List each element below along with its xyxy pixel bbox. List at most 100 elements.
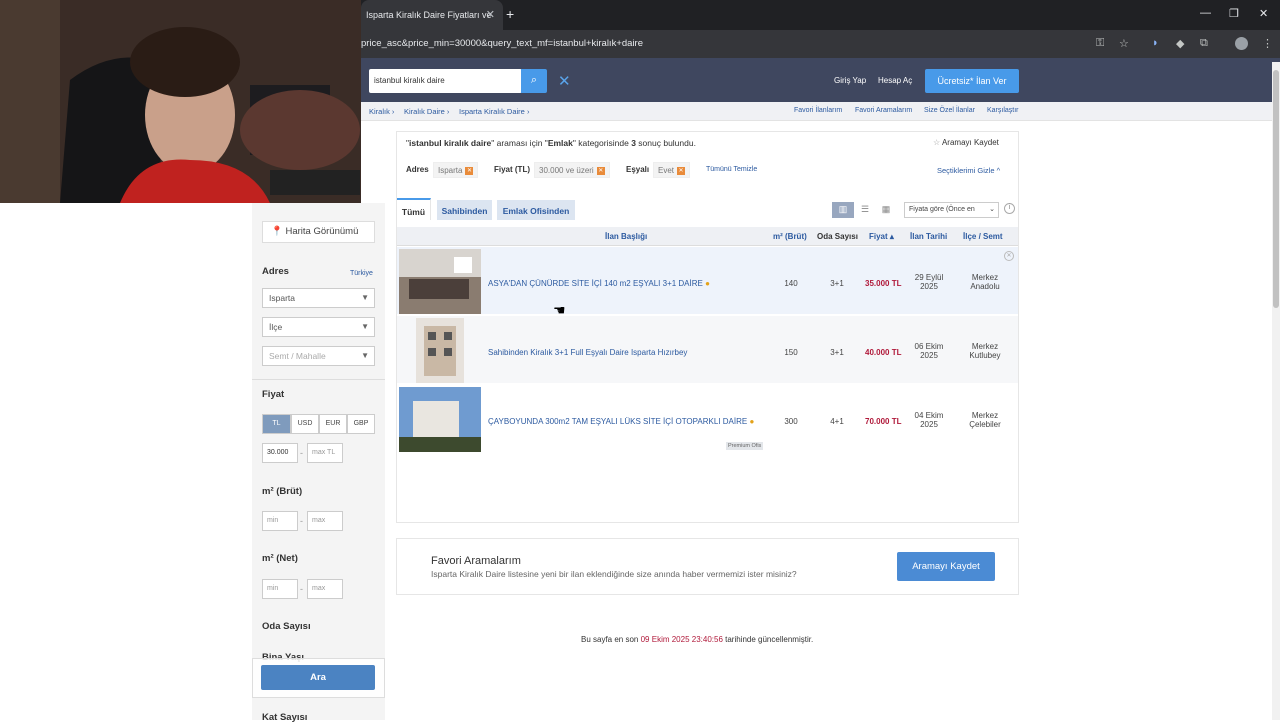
minimize-icon[interactable]: — [1200, 7, 1211, 19]
menu-icon[interactable]: ⋮ [1262, 37, 1273, 50]
scrollbar-thumb[interactable] [1273, 70, 1279, 308]
listing-date-day: 04 Ekim [914, 411, 944, 420]
mouse-cursor: ☚ [553, 302, 566, 318]
column-location[interactable]: İlçe / Semt [963, 232, 1003, 241]
neighborhood-value: Semt / Mahalle [269, 351, 326, 361]
listing-title[interactable]: ASYA'DAN ÇÜNÜRDE SİTE İÇİ 140 m2 EŞYALI … [488, 279, 710, 288]
price-max-input[interactable]: max TL [307, 443, 343, 463]
info-icon[interactable]: i [1004, 203, 1015, 214]
currency-gbp[interactable]: GBP [347, 414, 375, 434]
summary-category: Emlak [547, 138, 573, 148]
close-icon[interactable]: ✕ [596, 166, 605, 175]
results-summary: "istanbul kiralık daire" araması için "E… [406, 138, 696, 148]
login-link[interactable]: Giriş Yap [834, 76, 866, 85]
browser-tab[interactable]: Isparta Kiralık Daire Fiyatları ve ✕ [361, 0, 503, 30]
clear-search-icon[interactable]: ✕ [558, 72, 571, 90]
listing-thumbnail[interactable] [416, 318, 464, 383]
m2-net-max-input[interactable]: max [307, 579, 343, 599]
view-gallery-icon[interactable]: ▥ [832, 202, 854, 218]
close-icon[interactable]: ✕ [677, 166, 686, 175]
column-date[interactable]: İlan Tarihi [910, 232, 947, 241]
city-select[interactable]: Isparta ▼ [262, 288, 375, 308]
special-listings-link[interactable]: Size Özel İlanlar [924, 107, 975, 114]
listing-location: Merkez Anadolu [955, 273, 1015, 291]
restore-icon[interactable]: ❐ [1229, 7, 1239, 20]
save-search-button[interactable]: Aramayı Kaydet [897, 552, 995, 581]
compare-link[interactable]: Karşılaştır [987, 107, 1019, 114]
listing-title[interactable]: Sahibinden Kiralık 3+1 Full Eşyalı Daire… [488, 348, 687, 357]
key-icon[interactable]: ⚿ [1096, 37, 1104, 50]
currency-usd[interactable]: USD [291, 414, 319, 434]
chip-address[interactable]: Isparta ✕ [433, 162, 479, 178]
filter-search-button[interactable]: Ara [261, 665, 375, 690]
m2-net-min-input[interactable]: min [262, 579, 298, 599]
chip-furnished[interactable]: Evet ✕ [653, 162, 691, 178]
m2-brut-min-input[interactable]: min [262, 511, 298, 531]
column-rooms: Oda Sayısı [817, 232, 858, 241]
new-tab-icon[interactable]: + [506, 6, 514, 22]
column-price[interactable]: Fiyat ▴ [869, 232, 894, 241]
chip-value: Evet [658, 166, 675, 175]
close-icon[interactable]: ✕ [1004, 251, 1014, 261]
hide-selected-link[interactable]: Seçtiklerimi Gizle ^ [937, 166, 1000, 175]
price-label: Fiyat [262, 389, 285, 400]
extension-icon[interactable]: ◗ [1152, 37, 1159, 49]
chip-value: 30.000 ve üzeri [539, 166, 594, 175]
m2-brut-max-input[interactable]: max [307, 511, 343, 531]
tab-owner[interactable]: Sahibinden [437, 200, 492, 220]
district-value: İlçe [269, 322, 283, 332]
tab-agency[interactable]: Emlak Ofisinden [497, 200, 575, 220]
tab-title: Isparta Kiralık Daire Fiyatları ve [366, 10, 492, 20]
star-icon[interactable]: ☆ [1119, 37, 1129, 50]
close-icon[interactable]: ✕ [465, 166, 474, 175]
sort-select[interactable]: Fiyata göre (Önce en ⌄ [904, 202, 999, 218]
updated-timestamp: 09 Ekim 2025 23:40:56 [640, 635, 723, 644]
currency-eur[interactable]: EUR [319, 414, 347, 434]
window-close-icon[interactable]: ✕ [1259, 7, 1268, 20]
favorite-search-description: Isparta Kiralık Daire listesine yeni bir… [431, 569, 797, 579]
country-link[interactable]: Türkiye [350, 270, 373, 277]
chip-price[interactable]: 30.000 ve üzeri ✕ [534, 162, 610, 178]
search-input[interactable]: istanbul kiralık daire [369, 69, 522, 93]
listing-date: 06 Ekim 2025 [907, 342, 951, 360]
puzzle-icon[interactable]: ⧉ [1200, 37, 1208, 50]
profile-avatar[interactable] [1235, 37, 1248, 50]
district-select[interactable]: İlçe ▼ [262, 317, 375, 337]
neighborhood-select[interactable]: Semt / Mahalle ▼ [262, 346, 375, 366]
listing-thumbnail[interactable] [399, 387, 481, 452]
view-grid-icon[interactable]: ▦ [876, 202, 896, 218]
currency-tl[interactable]: TL [262, 414, 291, 434]
listing-m2: 150 [784, 348, 798, 357]
favorite-searches-link[interactable]: Favori Aramalarım [855, 107, 912, 114]
clear-all-link[interactable]: Tümünü Temizle [706, 166, 757, 173]
listing-date-year: 2025 [920, 420, 938, 429]
listing-location-area: Anadolu [970, 282, 1000, 291]
search-button[interactable]: ⌕ [521, 69, 547, 93]
column-title[interactable]: İlan Başlığı [605, 232, 647, 241]
listing-date: 29 Eylül 2025 [907, 273, 951, 291]
listing-title[interactable]: ÇAYBOYUNDA 300m2 TAM EŞYALI LÜKS SİTE İÇ… [488, 417, 754, 426]
register-link[interactable]: Hesap Aç [878, 76, 912, 85]
save-search-link[interactable]: ☆ Aramayı Kaydet [933, 138, 999, 147]
chevron-down-icon: ⌄ [989, 206, 995, 213]
breadcrumb-item[interactable]: Isparta Kiralık Daire › [459, 107, 529, 116]
address-bar[interactable]: price_asc&price_min=30000&query_text_mf=… [361, 38, 643, 49]
listing-location: Merkez Kutlubey [955, 342, 1015, 360]
close-icon[interactable]: ✕ [486, 8, 495, 21]
listing-price: 70.000 TL [865, 417, 902, 426]
view-list-icon[interactable]: ☰ [855, 202, 875, 218]
premium-badge: Premium Ofis [726, 442, 764, 450]
diamond-icon[interactable]: ◆ [1176, 37, 1184, 50]
price-min-input[interactable]: 30.000 [262, 443, 298, 463]
column-m2[interactable]: m² (Brüt) [773, 232, 807, 241]
listing-date-day: 29 Eylül [914, 273, 944, 282]
map-view-button[interactable]: 📍 Harita Görünümü [262, 221, 375, 243]
post-ad-button[interactable]: Ücretsiz* İlan Ver [925, 69, 1019, 93]
breadcrumb-item[interactable]: Kiralık Daire › [404, 107, 449, 116]
favorite-listings-link[interactable]: Favori İlanlarım [794, 107, 842, 114]
listing-thumbnail[interactable] [399, 249, 481, 314]
breadcrumb-item[interactable]: Kiralık › [369, 107, 394, 116]
range-dash: - [300, 584, 303, 594]
tab-all[interactable]: Tümü [397, 198, 431, 220]
summary-query: istanbul kiralık daire [409, 138, 492, 148]
